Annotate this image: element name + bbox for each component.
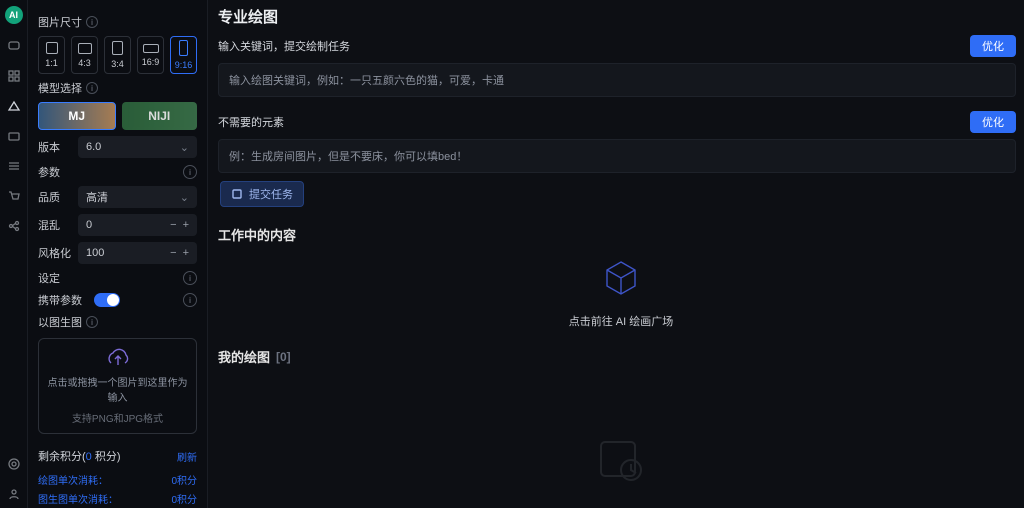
optimize-negative-button[interactable]: 优化 (970, 111, 1016, 133)
brand-badge[interactable]: AI (5, 6, 23, 24)
info-icon[interactable]: i (86, 16, 98, 28)
info-icon[interactable]: i (183, 271, 197, 285)
carry-label: 携带参数 (38, 292, 94, 308)
negative-section-title: 不需要的元素 (218, 114, 284, 130)
submit-task-button[interactable]: 提交任务 (220, 181, 304, 207)
gallery-cube-icon[interactable] (599, 256, 643, 303)
version-select[interactable]: 6.0⌄ (78, 136, 197, 158)
prompt-section-title: 输入关键词，提交绘制任务 (218, 38, 350, 54)
rail-settings-icon[interactable] (6, 456, 22, 472)
info-icon[interactable]: i (86, 82, 98, 94)
quality-select[interactable]: 高清⌄ (78, 186, 197, 208)
chaos-label: 混乱 (38, 217, 78, 233)
mydraw-empty-icon (218, 436, 1024, 484)
chevron-down-icon: ⌄ (180, 191, 189, 204)
upload-dropzone[interactable]: 点击或拖拽一个图片到这里作为输入 支持PNG和JPG格式 (38, 338, 197, 434)
model-niji[interactable]: NIJI (122, 102, 198, 130)
rail-box-icon[interactable] (6, 128, 22, 144)
aspect-ratio-group: 1:1 4:3 3:4 16:9 9:16 (38, 36, 197, 74)
cloud-upload-icon (104, 347, 132, 368)
ratio-1-1[interactable]: 1:1 (38, 36, 65, 74)
info-icon[interactable]: i (183, 165, 197, 179)
version-label: 版本 (38, 139, 78, 155)
rail-share-icon[interactable] (6, 218, 22, 234)
rail-user-icon[interactable] (6, 486, 22, 502)
refresh-credits[interactable]: 刷新 (177, 449, 197, 464)
nav-rail: AI (0, 0, 28, 508)
settings-label: 设定 (38, 270, 78, 286)
ratio-9-16[interactable]: 9:16 (170, 36, 197, 74)
wip-link[interactable]: 点击前往 AI 绘画广场 (569, 313, 674, 329)
minus-icon[interactable]: − (170, 247, 176, 259)
aspect-label: 图片尺寸i (38, 14, 197, 30)
chaos-stepper[interactable]: 0−+ (78, 214, 197, 236)
model-label: 模型选择i (38, 80, 197, 96)
carry-toggle[interactable] (94, 293, 120, 307)
info-icon[interactable]: i (183, 293, 197, 307)
wip-title: 工作中的内容 (218, 225, 1024, 244)
optimize-prompt-button[interactable]: 优化 (970, 35, 1016, 57)
negative-input[interactable]: 例：生成房间图片，但是不要床，你可以填bed！ (218, 139, 1016, 173)
minus-icon[interactable]: − (170, 219, 176, 231)
rail-draw-icon[interactable] (6, 98, 22, 114)
params-label: 参数 (38, 164, 78, 180)
rail-apps-icon[interactable] (6, 68, 22, 84)
credit-row: 绘图单次消耗：0积分 (38, 472, 197, 487)
img2img-label: 以图生图i (38, 314, 197, 330)
rail-sliders-icon[interactable] (6, 158, 22, 174)
page-title: 专业绘图 (218, 6, 1024, 27)
ratio-3-4[interactable]: 3:4 (104, 36, 131, 74)
stylize-label: 风格化 (38, 245, 78, 261)
mydraw-count: [0] (276, 350, 291, 364)
info-icon[interactable]: i (86, 316, 98, 328)
send-icon (231, 188, 243, 200)
plus-icon[interactable]: + (183, 219, 189, 231)
credits-title: 剩余积分(0 积分) (38, 448, 121, 464)
rail-chat-icon[interactable] (6, 38, 22, 54)
model-mj[interactable]: MJ (38, 102, 116, 130)
credits-block: 剩余积分(0 积分) 刷新 绘图单次消耗：0积分 图生图单次消耗：0积分 放大单… (38, 448, 197, 508)
upload-hint-1: 点击或拖拽一个图片到这里作为输入 (47, 374, 188, 404)
chevron-down-icon: ⌄ (180, 141, 189, 154)
mydraw-title: 我的绘图 (218, 347, 270, 366)
upload-hint-2: 支持PNG和JPG格式 (72, 410, 163, 425)
rail-cart-icon[interactable] (6, 188, 22, 204)
prompt-input[interactable]: 输入绘图关键词，例如：一只五颜六色的猫，可爱，卡通 (218, 63, 1016, 97)
plus-icon[interactable]: + (183, 247, 189, 259)
main-area: 专业绘图 输入关键词，提交绘制任务 优化 输入绘图关键词，例如：一只五颜六色的猫… (208, 0, 1024, 508)
stylize-stepper[interactable]: 100−+ (78, 242, 197, 264)
ratio-16-9[interactable]: 16:9 (137, 36, 164, 74)
credit-row: 图生图单次消耗：0积分 (38, 491, 197, 506)
ratio-4-3[interactable]: 4:3 (71, 36, 98, 74)
settings-panel: 图片尺寸i 1:1 4:3 3:4 16:9 9:16 模型选择i MJ NIJ… (28, 0, 208, 508)
quality-label: 品质 (38, 189, 78, 205)
